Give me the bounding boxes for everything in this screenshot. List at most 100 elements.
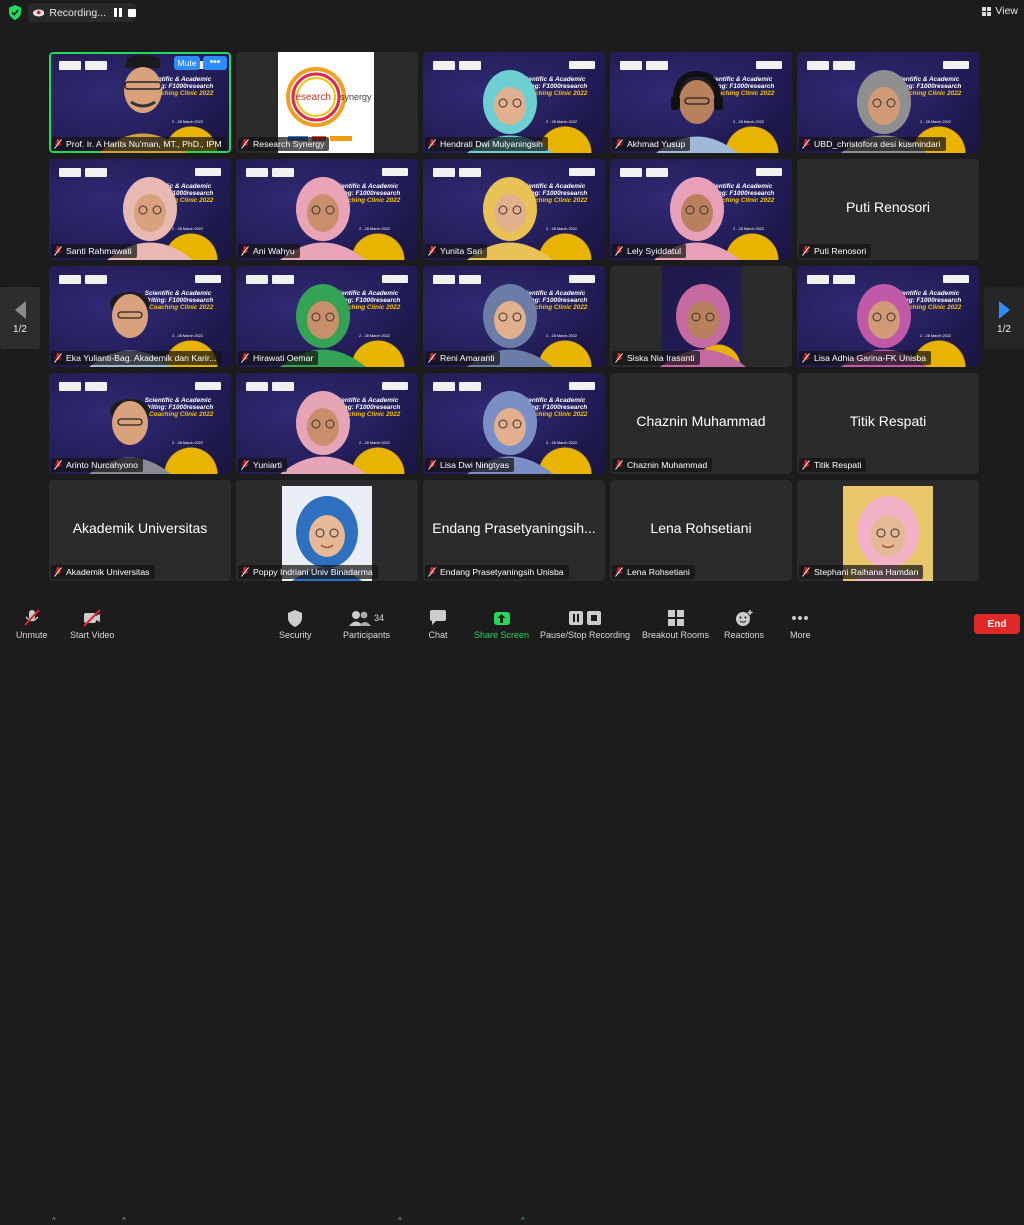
- banner-logos: [59, 168, 107, 177]
- smiley-plus-icon: [734, 609, 754, 627]
- participant-tile[interactable]: Scientific & Academic Writing: F1000rese…: [236, 266, 418, 367]
- participant-name: Hendrati Dwi Mulyaningsih: [440, 139, 543, 149]
- banner-logo: [756, 168, 782, 176]
- end-meeting-button[interactable]: End: [974, 614, 1020, 634]
- participant-name-bar: Arinto Nurcahyono: [51, 458, 143, 472]
- participant-tile[interactable]: Scientific & Academic Writing: F1000rese…: [49, 52, 231, 153]
- participant-tile[interactable]: Lena Rohsetiani Lena Rohsetiani: [610, 480, 792, 581]
- participant-name-bar: Lely Syiddatul: [612, 244, 687, 258]
- participant-name: Yunita Sari: [440, 246, 483, 256]
- participant-tile[interactable]: Scientific & Academic Writing: F1000rese…: [236, 159, 418, 260]
- participant-name: Chaznin Muhammad: [627, 460, 708, 470]
- participant-name-bar: Hendrati Dwi Mulyaningsih: [425, 137, 548, 151]
- reactions-button[interactable]: Reactions: [724, 609, 764, 640]
- svg-text:research: research: [292, 92, 331, 103]
- participant-display-name: Chaznin Muhammad: [636, 413, 766, 429]
- top-bar: Recording... View: [0, 0, 1024, 26]
- mute-participant-button[interactable]: Mute: [174, 56, 200, 70]
- share-options-caret[interactable]: ^: [521, 1216, 525, 1225]
- unmute-label: Unmute: [16, 630, 48, 640]
- participant-tile[interactable]: Chaznin Muhammad Chaznin Muhammad: [610, 373, 792, 474]
- participant-tile[interactable]: research synergy Research Synergy: [236, 52, 418, 153]
- participant-name: Lely Syiddatul: [627, 246, 682, 256]
- microphone-muted-icon: [802, 353, 810, 363]
- svg-text:synergy: synergy: [340, 92, 372, 102]
- participant-tile[interactable]: Scientific & Academic Writing: F1000rese…: [236, 373, 418, 474]
- participant-tile[interactable]: Scientific & Academic Writing: F1000rese…: [49, 266, 231, 367]
- participant-name-bar: Santi Rahmawati: [51, 244, 137, 258]
- participant-name-bar: Stephani Raihana Hamdan: [799, 565, 924, 579]
- participant-name-bar: Titik Respati: [799, 458, 867, 472]
- participant-tile[interactable]: Poppy Indriani Univ Binadarma: [236, 480, 418, 581]
- start-video-button[interactable]: Start Video: [70, 609, 114, 640]
- banner-logo: [569, 168, 595, 176]
- chat-label: Chat: [428, 630, 448, 640]
- participant-display-name: Titik Respati: [849, 413, 927, 429]
- shield-icon[interactable]: [8, 5, 22, 20]
- recording-indicator[interactable]: Recording...: [28, 3, 136, 22]
- participant-tile[interactable]: Scientific & Academic Writing: F1000rese…: [423, 159, 605, 260]
- pause-stop-recording-button[interactable]: Pause/Stop Recording: [540, 609, 630, 640]
- participant-name-bar: Siska Nia Irasanti: [612, 351, 700, 365]
- breakout-rooms-label: Breakout Rooms: [642, 630, 710, 640]
- participant-name-bar: Puti Renosori: [799, 244, 872, 258]
- participant-video: [280, 391, 366, 474]
- banner-logo: [943, 275, 969, 283]
- participant-display-name: Endang Prasetyaningsih...: [432, 520, 596, 536]
- security-label: Security: [279, 630, 312, 640]
- participant-name: Lena Rohsetiani: [627, 567, 690, 577]
- participant-tile[interactable]: Scientific & Academic Writing: F1000rese…: [49, 373, 231, 474]
- stop-recording-icon[interactable]: [128, 8, 136, 17]
- chat-icon: [428, 609, 448, 627]
- security-button[interactable]: Security: [279, 609, 312, 640]
- participant-name: Lisa Dwi Ningtyas: [440, 460, 510, 470]
- participant-tile[interactable]: Stephani Raihana Hamdan: [797, 480, 979, 581]
- participant-display-name: Puti Renosori: [845, 199, 931, 215]
- participant-tile[interactable]: Scientific & Academic Writing: F1000rese…: [610, 52, 792, 153]
- participant-name-bar: Yunita Sari: [425, 244, 488, 258]
- participant-more-button[interactable]: •••: [203, 56, 227, 70]
- participant-tile[interactable]: Titik Respati Titik Respati: [797, 373, 979, 474]
- banner-logo: [195, 382, 221, 390]
- microphone-muted-icon: [22, 609, 42, 627]
- participant-tile[interactable]: Scientific & Academic Writing: F1000rese…: [797, 266, 979, 367]
- participant-tile[interactable]: Scientific & Academic Writing: F1000rese…: [610, 159, 792, 260]
- previous-page-button[interactable]: 1/2: [0, 287, 40, 349]
- participant-tile[interactable]: Scientific & Academic Writing: F1000rese…: [423, 266, 605, 367]
- microphone-muted-icon: [615, 246, 623, 256]
- breakout-rooms-button[interactable]: Breakout Rooms: [642, 609, 709, 640]
- chat-button[interactable]: Chat: [428, 609, 448, 640]
- participant-tile[interactable]: Scientific & Academic Writing: F1000rese…: [423, 52, 605, 153]
- participant-name: Santi Rahmawati: [66, 246, 132, 256]
- share-screen-label: Share Screen: [474, 630, 530, 640]
- participant-name: Endang Prasetyaningsih Unisba: [440, 567, 564, 577]
- participant-tile[interactable]: Puti Renosori Puti Renosori: [797, 159, 979, 260]
- more-button[interactable]: More: [790, 609, 811, 640]
- participant-tile[interactable]: Akademik Universitas Akademik Universita…: [49, 480, 231, 581]
- participants-button[interactable]: 34 Participants: [343, 609, 390, 640]
- view-button[interactable]: View: [982, 5, 1018, 17]
- participant-tile[interactable]: Scientific & Academic Writing: F1000rese…: [797, 52, 979, 153]
- audio-options-caret[interactable]: ^: [52, 1216, 56, 1225]
- participant-tile[interactable]: Scientific & Academic Writing: F1000rese…: [423, 373, 605, 474]
- unmute-button[interactable]: Unmute: [16, 609, 48, 640]
- participants-label: Participants: [343, 630, 391, 640]
- pause-recording-icon[interactable]: [114, 8, 122, 17]
- participants-count: 34: [374, 613, 385, 623]
- microphone-muted-icon: [615, 353, 623, 363]
- microphone-muted-icon: [54, 567, 62, 577]
- participant-tile[interactable]: Siska Nia Irasanti: [610, 266, 792, 367]
- banner-logo: [569, 61, 595, 69]
- participant-name: Puti Renosori: [814, 246, 867, 256]
- share-screen-button[interactable]: Share Screen: [474, 609, 529, 640]
- participant-tile[interactable]: Endang Prasetyaningsih... Endang Prasety…: [423, 480, 605, 581]
- participant-name-bar: Akhmad Yusup: [612, 137, 691, 151]
- video-options-caret[interactable]: ^: [122, 1216, 126, 1225]
- participant-name-bar: Reni Amaranti: [425, 351, 500, 365]
- microphone-muted-icon: [241, 567, 249, 577]
- more-dots-icon: [790, 609, 810, 627]
- participant-tile[interactable]: Scientific & Academic Writing: F1000rese…: [49, 159, 231, 260]
- next-page-button[interactable]: 1/2: [984, 287, 1024, 349]
- microphone-muted-icon: [802, 460, 810, 470]
- participants-caret[interactable]: ^: [398, 1216, 402, 1225]
